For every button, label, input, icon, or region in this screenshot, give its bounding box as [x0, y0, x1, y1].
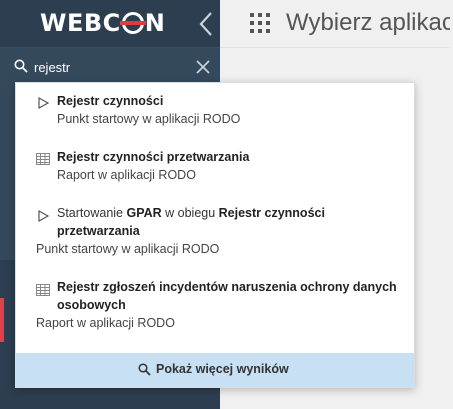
app-picker-label[interactable]: Wybierz aplikację	[286, 8, 453, 38]
result-title-line2: osobowych	[57, 298, 126, 312]
result-title: Rejestr czynności	[57, 94, 164, 108]
clear-search-icon[interactable]	[195, 59, 211, 75]
webcon-logo: WEBC N	[40, 9, 166, 37]
result-title: Rejestr czynności przetwarzania	[57, 150, 250, 164]
search-icon	[14, 59, 28, 73]
sidebar-header: WEBC N	[0, 0, 220, 47]
result-subtitle: Raport w aplikacji RODO	[57, 168, 196, 182]
result-subtitle: Punkt startowy w aplikacji RODO	[36, 242, 220, 256]
result-subtitle: Punkt startowy w aplikacji RODO	[57, 112, 241, 126]
report-table-icon	[36, 284, 50, 296]
result-subtitle: Raport w aplikacji RODO	[36, 316, 175, 330]
search-result-item[interactable]: Rejestr czynności przetwarzania Raport w…	[16, 149, 414, 189]
search-bar	[0, 48, 220, 86]
show-more-results-button[interactable]: Pokaż więcej wyników	[16, 353, 414, 387]
start-point-icon	[38, 210, 50, 222]
start-point-icon	[38, 97, 50, 109]
apps-grid-icon[interactable]	[249, 12, 271, 34]
search-result-item[interactable]: Startowanie GPAR w obiegu Rejestr czynno…	[16, 205, 414, 261]
search-result-item[interactable]: Rejestr czynności Punkt startowy w aplik…	[16, 93, 414, 133]
top-bar: Wybierz aplikację	[220, 0, 453, 48]
collapse-sidebar-button[interactable]	[196, 10, 218, 38]
chevron-left-icon	[199, 12, 212, 36]
search-results-dropdown: Rejestr czynności Punkt startowy w aplik…	[15, 82, 415, 388]
result-title: Startowanie GPAR w obiegu Rejestr czynno…	[57, 206, 325, 220]
result-title: Rejestr zgłoszeń incydentów naruszenia o…	[57, 280, 397, 294]
search-icon	[138, 363, 151, 376]
result-title-line2: przetwarzania	[57, 224, 140, 238]
show-more-results-label: Pokaż więcej wyników	[156, 362, 289, 376]
report-table-icon	[36, 153, 50, 165]
logo-o-ring-icon	[119, 12, 146, 34]
sidebar-active-indicator	[0, 298, 4, 342]
search-result-item[interactable]: Rejestr zgłoszeń incydentów naruszenia o…	[16, 279, 414, 335]
search-input[interactable]	[34, 57, 184, 77]
